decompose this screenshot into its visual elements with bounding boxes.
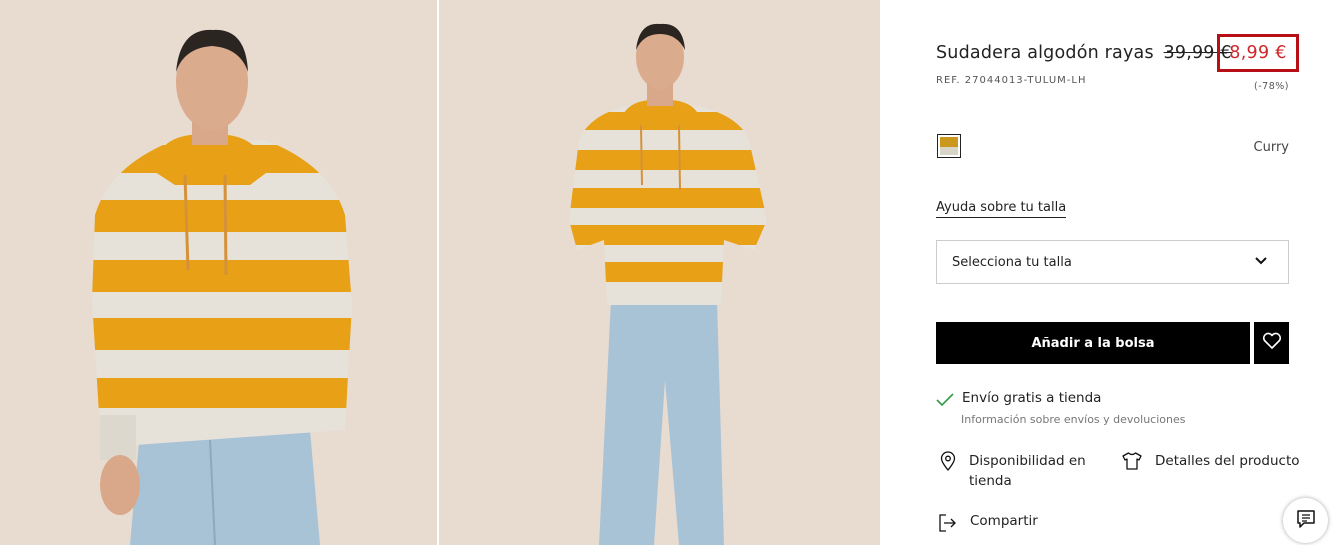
share-label: Compartir bbox=[970, 513, 1038, 529]
chat-icon bbox=[1296, 509, 1316, 533]
size-select[interactable]: Selecciona tu talla bbox=[936, 240, 1289, 284]
sale-price: 8,99 € bbox=[1217, 34, 1299, 72]
product-title: Sudadera algodón rayas 39,99 € bbox=[936, 43, 1232, 63]
share-icon bbox=[939, 514, 957, 536]
shipping-title: Envío gratis a tienda bbox=[962, 390, 1102, 406]
product-photo-full[interactable] bbox=[439, 0, 880, 545]
chat-button[interactable] bbox=[1283, 498, 1328, 543]
product-name: Sudadera algodón rayas bbox=[936, 43, 1154, 63]
tshirt-icon bbox=[1122, 451, 1142, 475]
product-photo-front[interactable] bbox=[0, 0, 437, 545]
check-icon bbox=[936, 392, 954, 411]
size-help-link[interactable]: Ayuda sobre tu talla bbox=[936, 200, 1067, 218]
product-info-panel: Sudadera algodón rayas 39,99 € 8,99 € RE… bbox=[880, 0, 1340, 545]
discount-badge: (-78%) bbox=[1254, 81, 1289, 92]
chevron-down-icon bbox=[1254, 255, 1268, 270]
color-name: Curry bbox=[1253, 140, 1289, 155]
color-swatch[interactable] bbox=[937, 134, 961, 158]
product-details-label: Detalles del producto bbox=[1155, 453, 1300, 469]
product-gallery bbox=[0, 0, 880, 545]
shipping-info-link[interactable]: Información sobre envíos y devoluciones bbox=[961, 413, 1186, 426]
favorite-button[interactable] bbox=[1254, 322, 1289, 364]
size-select-placeholder: Selecciona tu talla bbox=[952, 254, 1072, 270]
heart-icon bbox=[1262, 332, 1282, 354]
store-availability-label: Disponibilidad en tienda bbox=[969, 453, 1086, 489]
add-to-bag-label: Añadir a la bolsa bbox=[1031, 335, 1155, 351]
product-reference: REF. 27044013-TULUM-LH bbox=[936, 75, 1087, 86]
location-pin-icon bbox=[940, 451, 956, 475]
swatch-fill bbox=[940, 137, 958, 155]
add-to-bag-button[interactable]: Añadir a la bolsa bbox=[936, 322, 1250, 364]
